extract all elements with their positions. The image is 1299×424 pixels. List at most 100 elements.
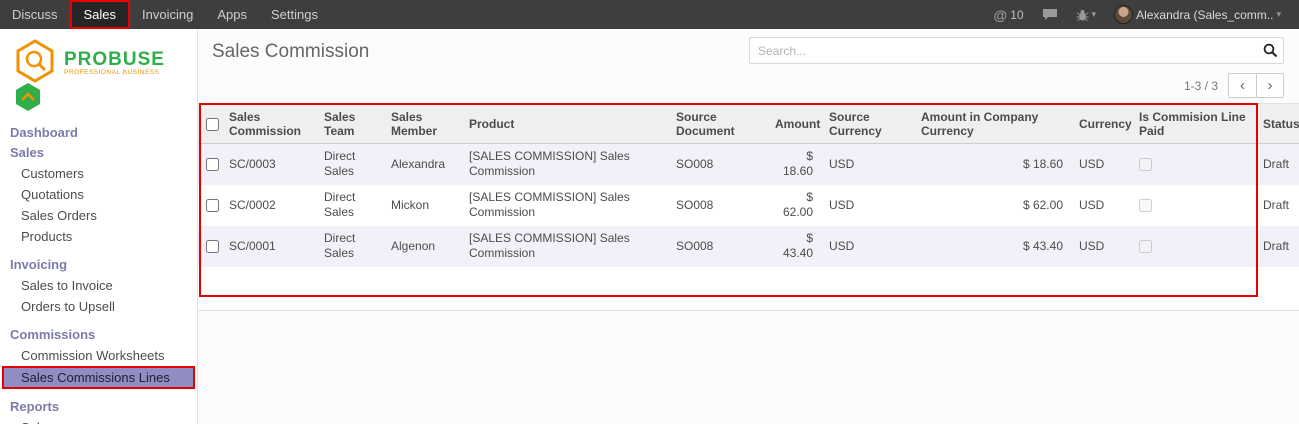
logo-subtitle: PROFESSIONAL BUSINESS <box>64 69 165 76</box>
cell-source-currency: USD <box>821 226 913 267</box>
col-sales-team[interactable]: Sales Team <box>316 104 383 144</box>
cell-currency: USD <box>1071 226 1131 267</box>
cell-source-document: SO008 <box>668 185 767 226</box>
sidebar-nav: Dashboard Sales Customers Quotations Sal… <box>0 123 197 424</box>
col-status[interactable]: Status <box>1255 104 1299 144</box>
cell-commission: SC/0001 <box>221 226 316 267</box>
col-amount-company-currency[interactable]: Amount in Company Currency <box>913 104 1071 144</box>
cell-amount-company: $ 43.40 <box>913 226 1071 267</box>
cell-team: Direct Sales <box>316 226 383 267</box>
cell-team: Direct Sales <box>316 144 383 185</box>
top-navbar: Discuss Sales Invoicing Apps Settings @ … <box>0 0 1299 29</box>
row-select-checkbox[interactable] <box>206 199 219 212</box>
cell-amount: $ 18.60 <box>767 144 821 185</box>
search-box <box>749 37 1284 64</box>
search-input[interactable] <box>750 44 1257 58</box>
main-content: Sales Commission 1-3 / 3 ‹ › <box>198 29 1299 424</box>
at-icon: @ <box>994 7 1008 23</box>
probuse-logo-icon <box>10 37 60 111</box>
paid-checkbox <box>1139 240 1152 253</box>
table-row[interactable]: SC/0001 Direct Sales Algenon [SALES COMM… <box>198 226 1299 267</box>
messages-button[interactable] <box>1036 8 1064 21</box>
col-product[interactable]: Product <box>461 104 668 144</box>
cell-source-document: SO008 <box>668 226 767 267</box>
col-is-commission-line-paid[interactable]: Is Commision Line Paid <box>1131 104 1255 144</box>
row-select-checkbox[interactable] <box>206 158 219 171</box>
cell-amount: $ 62.00 <box>767 185 821 226</box>
menu-settings[interactable]: Settings <box>259 0 330 29</box>
sidebar-item-customers[interactable]: Customers <box>0 163 197 184</box>
menu-apps[interactable]: Apps <box>205 0 259 29</box>
bug-icon <box>1076 8 1089 21</box>
mentions-button[interactable]: @ 10 <box>988 7 1030 23</box>
cell-member: Mickon <box>383 185 461 226</box>
menu-invoicing[interactable]: Invoicing <box>130 0 205 29</box>
commission-lines-table: Sales Commission Sales Team Sales Member… <box>198 103 1299 267</box>
sidebar-section-sales[interactable]: Sales <box>0 143 197 163</box>
chat-bubble-icon <box>1042 8 1058 21</box>
col-sales-member[interactable]: Sales Member <box>383 104 461 144</box>
pager-next-button[interactable]: › <box>1256 74 1283 97</box>
cell-commission: SC/0002 <box>221 185 316 226</box>
cell-amount: $ 43.40 <box>767 226 821 267</box>
select-all-checkbox[interactable] <box>206 118 219 131</box>
row-select-checkbox[interactable] <box>206 240 219 253</box>
sidebar-item-sales-commissions-lines[interactable]: Sales Commissions Lines <box>2 366 195 389</box>
cell-member: Algenon <box>383 226 461 267</box>
cell-member: Alexandra <box>383 144 461 185</box>
chevron-down-icon: ▾ <box>1276 9 1281 20</box>
col-currency[interactable]: Currency <box>1071 104 1131 144</box>
table-row[interactable]: SC/0003 Direct Sales Alexandra [SALES CO… <box>198 144 1299 185</box>
cell-status: Draft <box>1255 144 1299 185</box>
menu-discuss[interactable]: Discuss <box>0 0 70 29</box>
sidebar-item-dashboard[interactable]: Dashboard <box>0 123 197 143</box>
table-header-row: Sales Commission Sales Team Sales Member… <box>198 104 1299 144</box>
col-source-currency[interactable]: Source Currency <box>821 104 913 144</box>
col-sales-commission[interactable]: Sales Commission <box>221 104 316 144</box>
paid-checkbox <box>1139 199 1152 212</box>
company-logo: PROBUSE PROFESSIONAL BUSINESS <box>0 29 197 121</box>
sidebar-item-reports-sales[interactable]: Sales <box>0 417 197 424</box>
user-menu[interactable]: Alexandra (Sales_comm.. ▾ <box>1108 5 1287 24</box>
sidebar-section-reports[interactable]: Reports <box>0 397 197 417</box>
mention-count: 10 <box>1010 8 1023 22</box>
cell-product: [SALES COMMISSION] Sales Commission <box>461 144 668 185</box>
cell-status: Draft <box>1255 185 1299 226</box>
sidebar-item-quotations[interactable]: Quotations <box>0 184 197 205</box>
cell-commission: SC/0003 <box>221 144 316 185</box>
table-row[interactable]: SC/0002 Direct Sales Mickon [SALES COMMI… <box>198 185 1299 226</box>
col-source-document[interactable]: Source Document <box>668 104 767 144</box>
cell-currency: USD <box>1071 144 1131 185</box>
pager-range: 1-3 / 3 <box>1184 79 1218 93</box>
cell-currency: USD <box>1071 185 1131 226</box>
pager: 1-3 / 3 ‹ › <box>1184 73 1284 98</box>
sidebar: PROBUSE PROFESSIONAL BUSINESS Dashboard … <box>0 29 198 424</box>
cell-amount-company: $ 18.60 <box>913 144 1071 185</box>
sidebar-section-invoicing[interactable]: Invoicing <box>0 255 197 275</box>
menu-sales[interactable]: Sales <box>70 0 131 29</box>
sidebar-item-products[interactable]: Products <box>0 226 197 247</box>
col-amount[interactable]: Amount <box>767 104 821 144</box>
cell-amount-company: $ 62.00 <box>913 185 1071 226</box>
cell-status: Draft <box>1255 226 1299 267</box>
app-window: Discuss Sales Invoicing Apps Settings @ … <box>0 0 1299 424</box>
logo-text: PROBUSE PROFESSIONAL BUSINESS <box>64 37 165 76</box>
table-empty-area <box>198 267 1299 311</box>
cell-product: [SALES COMMISSION] Sales Commission <box>461 185 668 226</box>
sidebar-item-commission-worksheets[interactable]: Commission Worksheets <box>0 345 197 366</box>
paid-checkbox <box>1139 158 1152 171</box>
sidebar-item-sales-orders[interactable]: Sales Orders <box>0 205 197 226</box>
pager-previous-button[interactable]: ‹ <box>1229 74 1256 97</box>
sidebar-section-commissions[interactable]: Commissions <box>0 325 197 345</box>
search-icon[interactable] <box>1257 43 1283 58</box>
debug-menu-button[interactable]: ▾ <box>1070 8 1103 21</box>
chevron-down-icon: ▾ <box>1092 9 1097 20</box>
cell-source-currency: USD <box>821 144 913 185</box>
control-panel: Sales Commission 1-3 / 3 ‹ › <box>198 29 1299 103</box>
sidebar-item-orders-to-upsell[interactable]: Orders to Upsell <box>0 296 197 317</box>
systray: @ 10 ▾ Alexandra (Sales_comm.. ▾ <box>988 0 1299 29</box>
sidebar-item-sales-to-invoice[interactable]: Sales to Invoice <box>0 275 197 296</box>
user-avatar <box>1114 5 1133 24</box>
cell-team: Direct Sales <box>316 185 383 226</box>
page-title: Sales Commission <box>212 41 369 63</box>
